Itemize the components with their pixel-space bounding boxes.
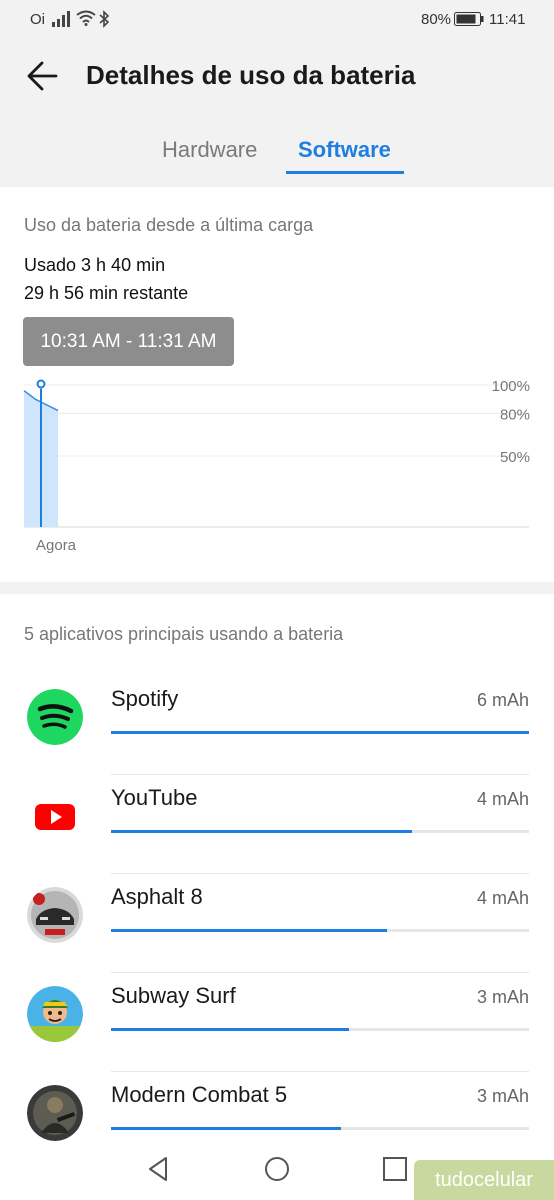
app-row-spotify[interactable]: Spotify 6 mAh [0,676,554,775]
spotify-icon [27,689,83,745]
tab-hardware[interactable]: Hardware [162,137,257,163]
app-row-subway-surf[interactable]: Subway Surf 3 mAh [0,973,554,1072]
wifi-icon [76,10,96,26]
time-range-tooltip: 10:31 AM - 11:31 AM [23,317,234,366]
section-divider [0,582,554,594]
x-axis-label: Agora [36,537,77,554]
battery-icon [454,12,484,26]
app-usage: 4 mAh [476,789,529,809]
bluetooth-icon [99,10,110,28]
modern-combat-5-icon [27,1085,83,1141]
battery-percent: 80% [421,11,452,28]
usage-bar-fill [111,731,529,734]
app-name: Asphalt 8 [111,884,203,909]
tab-selected-indicator [286,171,404,174]
app-row-asphalt-8[interactable]: Asphalt 8 4 mAh [0,874,554,973]
youtube-icon [27,788,83,844]
signal-icon [52,11,70,27]
y-tick-label: 50% [500,449,530,466]
tab-software[interactable]: Software [298,137,391,163]
usage-bar-fill [111,1127,341,1130]
clock: 11:41 [489,11,526,28]
app-name: Subway Surf [111,983,236,1008]
app-usage: 6 mAh [476,690,529,710]
app-name: Spotify [111,686,179,711]
usage-section-label: Uso da bateria desde a última carga [24,215,314,235]
usage-bar [111,1127,529,1130]
remaining-time: 29 h 56 min restante [24,283,189,303]
app-name: YouTube [111,785,198,810]
y-tick-label: 80% [500,406,530,423]
app-usage: 4 mAh [476,888,529,908]
app-usage: 3 mAh [476,1086,529,1106]
nav-recents-icon[interactable] [380,1154,410,1184]
usage-bar-fill [111,929,387,932]
watermark-logo: tudocelular [414,1160,554,1200]
usage-bar [111,929,529,932]
asphalt-8-icon [27,887,83,943]
usage-bar-fill [111,1028,350,1031]
status-bar: Oi 80% 11:41 [0,0,554,40]
carrier-label: Oi [30,11,45,28]
nav-home-icon[interactable] [262,1154,292,1184]
used-time: Usado 3 h 40 min [24,255,166,275]
usage-bar [111,731,529,734]
page-title: Detalhes de uso da bateria [86,60,416,90]
usage-bar [111,1028,529,1031]
usage-bar [111,830,529,833]
app-row-youtube[interactable]: YouTube 4 mAh [0,775,554,874]
back-arrow-icon[interactable] [24,56,64,96]
apps-section-label: 5 aplicativos principais usando a bateri… [24,624,344,644]
nav-back-icon[interactable] [144,1154,174,1184]
subway-surf-icon [27,986,83,1042]
app-name: Modern Combat 5 [111,1082,288,1107]
battery-chart[interactable]: 100% 80% 50% Agora [0,370,554,570]
cursor-dot [36,379,46,389]
usage-bar-fill [111,830,412,833]
app-usage: 3 mAh [476,987,529,1007]
y-tick-label: 100% [492,378,530,395]
